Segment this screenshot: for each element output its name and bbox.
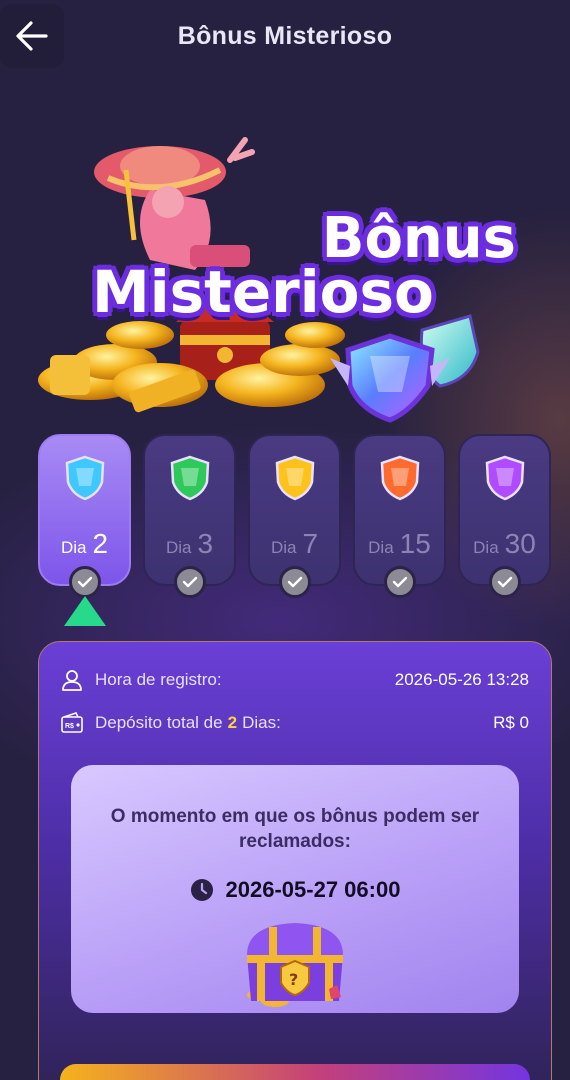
- day-word: Dia: [165, 538, 192, 557]
- day-label: Dia 2: [40, 528, 129, 560]
- day-check-badge: [383, 566, 416, 598]
- day-number: 2: [92, 528, 109, 559]
- registration-label: Hora de registro:: [95, 670, 222, 689]
- claim-box: O momento em que os bônus podem ser recl…: [71, 765, 519, 1013]
- day-check-badge: [488, 566, 521, 598]
- treasure-chest-icon: ?: [247, 923, 343, 1007]
- day-cards: Dia 2 Dia 3 Dia 7 Dia 15 Dia 30: [38, 434, 553, 598]
- bottom-action-button[interactable]: [60, 1064, 530, 1080]
- deposit-label-suffix: Dias:: [242, 713, 281, 732]
- day-number: 3: [197, 528, 214, 559]
- wallet-icon: R$: [59, 710, 85, 736]
- clock-icon: [190, 879, 213, 901]
- registration-value: 2026-05-26 13:28: [394, 670, 529, 689]
- day-shield-icon: [275, 455, 314, 501]
- hero-banner: Bônus Misterioso: [30, 130, 540, 430]
- day-card-3[interactable]: Dia 3: [143, 434, 236, 598]
- page: Bônus Misterioso Bônus Misterioso Dia 2 …: [0, 0, 570, 1080]
- deposit-days: 2: [227, 713, 238, 732]
- hero-title-line2: Misterioso: [92, 258, 434, 327]
- day-number: 30: [504, 528, 536, 559]
- day-check-badge: [68, 566, 101, 598]
- day-shield-icon: [170, 455, 209, 501]
- check-icon: [182, 576, 197, 588]
- day-check-badge: [278, 566, 311, 598]
- svg-text:R$: R$: [65, 723, 74, 730]
- registration-row: Hora de registro: 2026-05-26 13:28: [59, 665, 529, 695]
- day-card-30[interactable]: Dia 30: [458, 434, 551, 598]
- selected-day-pointer-icon: [64, 596, 106, 626]
- check-icon: [287, 576, 302, 588]
- hero-title: Bônus Misterioso: [92, 210, 522, 327]
- header: Bônus Misterioso: [0, 0, 570, 76]
- info-panel: Hora de registro: 2026-05-26 13:28 R$ De…: [38, 641, 552, 1080]
- day-shield-icon: [65, 455, 104, 501]
- page-title: Bônus Misterioso: [177, 22, 393, 50]
- claim-text: O momento em que os bônus podem ser recl…: [110, 806, 480, 852]
- deposit-row: R$ Depósito total de 2 Dias: R$ 0: [59, 708, 529, 738]
- check-icon: [497, 576, 512, 588]
- day-word: Dia: [368, 538, 394, 557]
- day-card-15[interactable]: Dia 15: [353, 434, 446, 598]
- day-label: Dia 7: [250, 528, 339, 560]
- day-label: Dia 30: [460, 528, 549, 560]
- day-label: Dia 15: [355, 528, 444, 560]
- day-shield-icon: [380, 455, 419, 501]
- claim-time-row: 2026-05-27 06:00: [71, 877, 519, 903]
- deposit-value: R$ 0: [493, 713, 529, 732]
- day-word: Dia: [270, 538, 297, 557]
- day-word: Dia: [473, 538, 499, 557]
- day-check-badge: [173, 566, 206, 598]
- svg-text:?: ?: [289, 970, 298, 989]
- check-icon: [77, 576, 92, 588]
- check-icon: [392, 576, 407, 588]
- day-card-7[interactable]: Dia 7: [248, 434, 341, 598]
- claim-time: 2026-05-27 06:00: [225, 877, 401, 902]
- day-number: 15: [399, 528, 431, 559]
- day-card-2[interactable]: Dia 2: [38, 434, 131, 598]
- day-label: Dia 3: [145, 528, 234, 560]
- day-shield-icon: [485, 455, 524, 501]
- day-number: 7: [302, 528, 319, 559]
- day-word: Dia: [60, 538, 87, 557]
- user-icon: [59, 667, 85, 693]
- deposit-label-prefix: Depósito total de: [95, 713, 223, 732]
